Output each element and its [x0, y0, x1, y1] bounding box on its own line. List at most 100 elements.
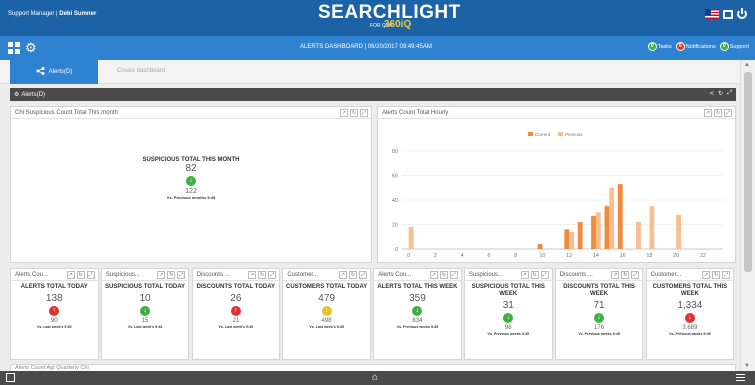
bar-previous[interactable] [636, 222, 641, 249]
popout-icon[interactable]: ↗ [340, 109, 348, 117]
pill-notifications[interactable]: 0 Notifications [675, 42, 716, 51]
bar-current[interactable] [604, 206, 610, 249]
refresh-icon[interactable]: ↻ [258, 271, 267, 279]
bar-previous[interactable] [408, 226, 414, 249]
expand-icon[interactable]: ⤢ [177, 271, 186, 279]
x-tick-label: 12 [566, 253, 572, 259]
refresh-icon[interactable]: ↻ [718, 90, 723, 97]
pill-support[interactable]: 0 Support [719, 42, 749, 51]
top-header: Support Manager | Debi Sumner SEARCHLIGH… [0, 0, 755, 36]
card-header: Discounts ... ↗ ↻ ⤢ [192, 269, 280, 281]
card-value: 479 [318, 293, 335, 304]
bar-previous[interactable] [595, 212, 601, 249]
bar-current[interactable] [564, 229, 570, 249]
expand-icon[interactable]: ⤢ [358, 271, 367, 279]
card-header: Alerts Cou... ↗ ↻ ⤢ [11, 269, 98, 281]
panel-suspicious-month: Chi Suspicious Count Total This month ↗ ↻… [10, 106, 372, 263]
popout-icon[interactable]: ↗ [157, 271, 166, 279]
legend-label: Previous [565, 132, 583, 137]
panel-header: Alerts Count Total Hourly ↗ ↻ ⤢ [378, 107, 735, 119]
bar-previous[interactable] [609, 187, 615, 249]
y-tick-label: 40 [392, 198, 398, 204]
panel-alerts-hourly: Alerts Count Total Hourly ↗ ↻ ⤢ 0 20 40 60 80 0… [377, 106, 736, 263]
popout-icon[interactable]: ↗ [611, 271, 620, 279]
refresh-icon[interactable]: ↻ [439, 271, 448, 279]
expand-icon[interactable]: ⤢ [722, 271, 731, 279]
page-scrollbar[interactable]: ▲ ▼ [740, 60, 755, 371]
brand-360: 360iQ [384, 19, 412, 30]
brand-logo: SEARCHLIGHT FOR QSR 360iQ [318, 2, 461, 30]
expand-icon[interactable]: ⤢ [449, 271, 458, 279]
card-tools: ↗ ↻ ⤢ [611, 271, 640, 279]
popout-icon[interactable]: ↗ [338, 271, 347, 279]
expand-icon[interactable]: ⤢ [724, 109, 732, 117]
refresh-icon[interactable]: ↻ [530, 271, 539, 279]
card-value: 26 [230, 293, 242, 304]
card-header-title: Suspicious... [469, 272, 504, 278]
bar-previous[interactable] [569, 231, 575, 249]
share-icon[interactable]: ≺ [709, 90, 714, 97]
y-tick-label: 0 [395, 247, 398, 253]
popout-icon[interactable]: ↗ [702, 271, 711, 279]
menu-icon[interactable] [736, 374, 745, 381]
apps-grid-icon[interactable] [8, 42, 20, 54]
card-title: SUSPICIOUS TOTAL THIS WEEK [471, 284, 545, 297]
tab-create-dashboard[interactable]: Create dashboard [117, 68, 165, 74]
kpi-card: Customer... ↗ ↻ ⤢ CUSTOMERS TOTAL THIS WEEK 1… [645, 268, 735, 360]
refresh-icon[interactable]: ↻ [621, 271, 630, 279]
home-icon[interactable]: ⌂ [372, 372, 378, 383]
pill-badge: 0 [719, 42, 729, 51]
x-tick-label: 6 [487, 253, 490, 259]
refresh-icon[interactable]: ↻ [350, 109, 358, 117]
x-tick-label: 20 [673, 253, 679, 259]
panel-tools: ↗ ↻ ⤢ [704, 109, 732, 117]
expand-icon[interactable]: ⤢ [727, 90, 732, 97]
card-value: 31 [502, 300, 514, 311]
refresh-icon[interactable]: ↻ [167, 271, 176, 279]
settings-icon[interactable]: ⚙ [14, 91, 19, 98]
popout-icon[interactable]: ↗ [66, 271, 75, 279]
popout-icon[interactable]: ↗ [704, 109, 712, 117]
bar-current[interactable] [577, 222, 583, 249]
expand-icon[interactable]: ⤢ [631, 271, 640, 279]
us-flag-icon[interactable] [705, 9, 719, 19]
tab-alerts[interactable]: Alerts(D) [10, 60, 98, 84]
scroll-thumb[interactable] [744, 72, 752, 272]
brand-main: SEARCHLIGHT [318, 2, 461, 23]
card-title: DISCOUNTS TOTAL THIS WEEK [563, 284, 635, 297]
bar-previous[interactable] [649, 206, 655, 249]
refresh-icon[interactable]: ↻ [76, 271, 85, 279]
expand-icon[interactable]: ⤢ [360, 109, 368, 117]
bar-previous[interactable] [676, 214, 682, 249]
refresh-icon[interactable]: ↻ [714, 109, 722, 117]
trend-down-icon: ↓ [503, 313, 514, 323]
screen-icon[interactable] [723, 9, 733, 19]
refresh-icon[interactable]: ↻ [712, 271, 721, 279]
share-icon [36, 67, 45, 77]
popout-icon[interactable]: ↗ [429, 271, 438, 279]
exit-icon[interactable] [6, 373, 15, 382]
scroll-up-icon[interactable]: ▲ [744, 62, 750, 68]
user-name[interactable]: Debi Sumner [59, 11, 96, 17]
card-tools: ↗ ↻ ⤢ [248, 271, 277, 279]
header-pills: 0 Tasks 0 Notifications 0 Support [647, 42, 749, 51]
bar-current[interactable] [617, 184, 623, 249]
gear-icon[interactable]: ⚙ [25, 41, 37, 54]
popout-icon[interactable]: ↗ [520, 271, 529, 279]
refresh-icon[interactable]: ↻ [348, 271, 357, 279]
card-title: ALERTS TOTAL THIS WEEK [377, 284, 458, 290]
expand-icon[interactable]: ⤢ [268, 271, 277, 279]
power-icon[interactable] [737, 8, 747, 19]
expand-icon[interactable]: ⤢ [86, 271, 95, 279]
popout-icon[interactable]: ↗ [248, 271, 257, 279]
legend-swatch [558, 132, 563, 136]
card-note: Vs. Last week's 9:45 [36, 325, 72, 329]
scroll-down-icon[interactable]: ▼ [744, 363, 750, 369]
card-note: Vs. Previous weeks 9:45 [396, 325, 439, 329]
pill-tasks[interactable]: 0 Tasks [647, 42, 672, 51]
pill-badge: 0 [675, 42, 685, 51]
bar-current[interactable] [591, 215, 596, 249]
bar-current[interactable] [537, 244, 543, 249]
card-note: Vs. Previous weeks 9:45 [487, 332, 530, 336]
expand-icon[interactable]: ⤢ [540, 271, 549, 279]
